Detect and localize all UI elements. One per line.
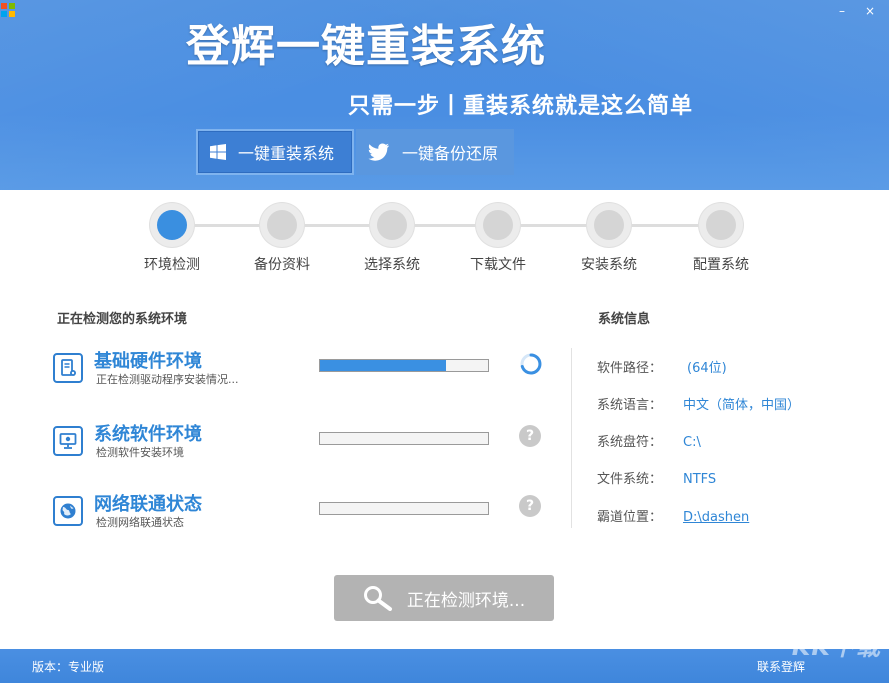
bird-icon xyxy=(368,143,390,161)
progress-bar xyxy=(319,359,489,372)
check-item-network: 网络联通状态 检测网络联通状态 ? xyxy=(53,494,553,534)
system-info-title: 系统信息 xyxy=(598,312,651,327)
progress-fill xyxy=(320,360,446,371)
step-select-system: 选择系统 xyxy=(352,200,432,274)
pending-question-icon: ? xyxy=(519,425,541,447)
info-value: C:\ xyxy=(683,435,701,450)
close-button[interactable]: × xyxy=(855,2,885,20)
check-item-hardware: 基础硬件环境 正在检测驱动程序安装情况... xyxy=(53,351,553,391)
info-key: 系统盘符： xyxy=(597,435,663,450)
minimize-button[interactable]: – xyxy=(829,2,855,20)
step-label: 安装系统 xyxy=(581,257,637,273)
step-backup: 备份资料 xyxy=(242,200,322,274)
check-subtitle: 正在检测驱动程序安装情况... xyxy=(96,373,239,386)
step-circle xyxy=(587,203,631,247)
tab-one-click-backup[interactable]: 一键备份还原 xyxy=(356,129,514,175)
info-row-software-path: 软件路径： (64位) xyxy=(597,357,727,376)
checks-section-title: 正在检测您的系统环境 xyxy=(57,312,188,327)
info-key: 文件系统： xyxy=(597,472,663,487)
step-circle xyxy=(260,203,304,247)
info-value: NTFS xyxy=(683,472,717,487)
info-value: 中文（简体，中国） xyxy=(683,398,801,413)
windows-icon xyxy=(210,144,226,160)
info-row-location: 霸道位置： D:\dashen xyxy=(597,506,749,525)
window-controls: – × xyxy=(829,2,885,20)
step-install: 安装系统 xyxy=(569,200,649,274)
detecting-button[interactable]: 正在检测环境... xyxy=(334,575,554,621)
slogan: 只需一步丨重装系统就是这么简单 xyxy=(348,93,694,119)
footer-bar: KK下载 版本：专业版 联系登辉 xyxy=(0,633,889,683)
info-key: 软件路径： xyxy=(597,361,663,376)
step-circle xyxy=(150,203,194,247)
step-download: 下载文件 xyxy=(458,200,538,274)
pending-question-icon: ? xyxy=(519,495,541,517)
app-logo-icon xyxy=(1,3,15,17)
step-circle xyxy=(370,203,414,247)
info-key: 霸道位置： xyxy=(597,510,663,525)
step-circle xyxy=(476,203,520,247)
header-banner: – × 登辉一键重装系统 只需一步丨重装系统就是这么简单 一键重装系统 一键备份… xyxy=(0,0,889,190)
software-icon xyxy=(53,426,83,456)
info-row-system-drive: 系统盘符： C:\ xyxy=(597,431,701,450)
hardware-icon xyxy=(53,353,83,383)
contact-link[interactable]: 联系登辉 xyxy=(757,658,805,675)
check-title: 系统软件环境 xyxy=(94,424,202,445)
step-label: 备份资料 xyxy=(254,257,310,273)
progress-bar xyxy=(319,432,489,445)
app-title: 登辉一键重装系统 xyxy=(186,21,546,72)
check-title: 基础硬件环境 xyxy=(94,351,202,372)
location-link[interactable]: D:\dashen xyxy=(683,510,749,525)
loading-spinner-icon xyxy=(519,352,542,375)
tab-label: 一键重装系统 xyxy=(238,144,335,163)
vertical-divider xyxy=(571,348,572,528)
check-subtitle: 检测软件安装环境 xyxy=(96,446,184,459)
info-key: 系统语言： xyxy=(597,398,663,413)
step-label: 下载文件 xyxy=(470,257,526,273)
tab-label: 一键备份还原 xyxy=(402,144,499,163)
step-indicator: 环境检测 备份资料 选择系统 下载文件 安装系统 配置系统 xyxy=(0,200,889,280)
tab-one-click-reinstall[interactable]: 一键重装系统 xyxy=(196,129,354,175)
step-label: 环境检测 xyxy=(144,257,200,273)
check-title: 网络联通状态 xyxy=(94,494,202,515)
version-label: 版本：专业版 xyxy=(32,660,105,674)
progress-bar xyxy=(319,502,489,515)
search-icon xyxy=(363,585,393,611)
check-item-software: 系统软件环境 检测软件安装环境 ? xyxy=(53,424,553,464)
step-label: 选择系统 xyxy=(364,257,420,273)
info-value: (64位) xyxy=(687,361,727,376)
info-row-file-system: 文件系统： NTFS xyxy=(597,468,716,487)
step-label: 配置系统 xyxy=(693,257,749,273)
watermark-logo: KK下载 xyxy=(791,633,881,661)
step-circle xyxy=(699,203,743,247)
step-env-check: 环境检测 xyxy=(132,200,212,274)
info-row-system-language: 系统语言： 中文（简体，中国） xyxy=(597,394,800,413)
check-subtitle: 检测网络联通状态 xyxy=(96,516,184,529)
step-configure: 配置系统 xyxy=(681,200,761,274)
network-icon xyxy=(53,496,83,526)
detecting-button-label: 正在检测环境... xyxy=(406,590,526,611)
